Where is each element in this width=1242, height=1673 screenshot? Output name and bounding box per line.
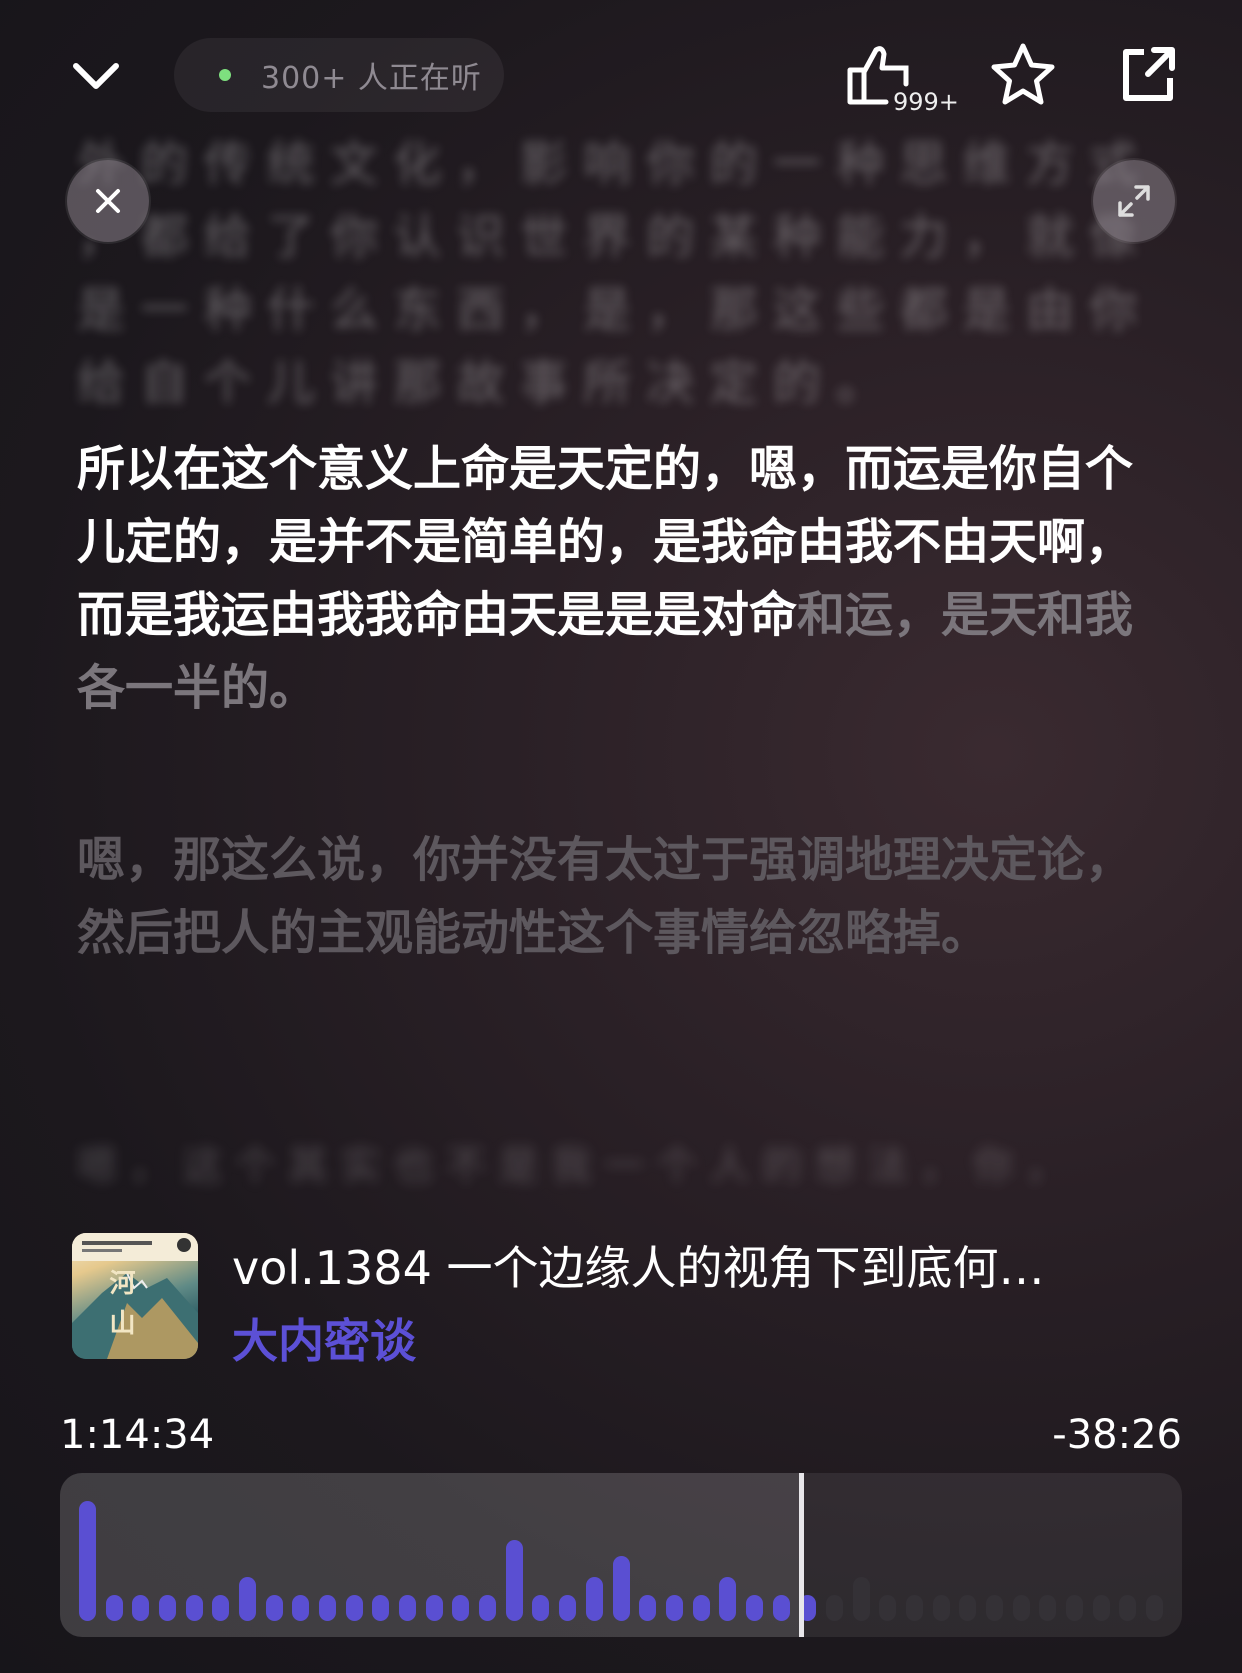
waveform-bar bbox=[852, 1577, 870, 1621]
collapse-button[interactable] bbox=[70, 50, 122, 102]
live-status-dot bbox=[219, 69, 231, 81]
chevron-down-icon bbox=[73, 63, 119, 89]
waveform-bar bbox=[825, 1595, 843, 1621]
waveform-bar bbox=[399, 1595, 417, 1621]
waveform-scrubber[interactable] bbox=[60, 1473, 1182, 1637]
share-button[interactable] bbox=[1118, 44, 1178, 104]
waveform-bar bbox=[185, 1595, 203, 1621]
waveform-bar bbox=[745, 1595, 763, 1621]
close-icon bbox=[96, 189, 120, 213]
waveform-bar bbox=[692, 1595, 710, 1621]
previous-lyrics: 外 的 传 统 文 化 ， 影 响 你 的 一 种 思 维 方 式 ， 都 给 … bbox=[77, 136, 1138, 411]
episode-title[interactable]: vol.1384 一个边缘人的视角下到底何… bbox=[232, 1232, 1044, 1298]
remaining-time: -38:26 bbox=[1052, 1412, 1182, 1458]
waveform-bar bbox=[932, 1595, 950, 1621]
episode-cover[interactable]: 河山 bbox=[72, 1233, 198, 1359]
waveform-bar bbox=[132, 1595, 150, 1621]
waveform-bar bbox=[719, 1577, 737, 1621]
expand-lyrics-button[interactable] bbox=[1093, 160, 1175, 242]
cover-title: 河山 bbox=[105, 1269, 135, 1349]
waveform-bar bbox=[505, 1540, 523, 1621]
waveform-bar bbox=[425, 1595, 443, 1621]
waveform-bar bbox=[1146, 1595, 1164, 1621]
star-icon bbox=[991, 43, 1055, 105]
waveform-bar bbox=[879, 1595, 897, 1621]
elapsed-time: 1:14:34 bbox=[60, 1412, 215, 1458]
waveform-bar bbox=[372, 1595, 390, 1621]
like-count: 999+ bbox=[893, 88, 959, 116]
waveform-bar bbox=[559, 1595, 577, 1621]
waveform-bar bbox=[158, 1595, 176, 1621]
waveform-bar bbox=[345, 1595, 363, 1621]
waveform-bar bbox=[292, 1595, 310, 1621]
waveform-bars bbox=[74, 1481, 1168, 1621]
waveform-bar bbox=[1119, 1595, 1137, 1621]
listeners-pill: 300+ 人正在听 bbox=[174, 38, 504, 112]
waveform-bar bbox=[585, 1577, 603, 1621]
show-name[interactable]: 大内密谈 bbox=[232, 1305, 416, 1371]
waveform-bar bbox=[1012, 1595, 1030, 1621]
current-lyric: 所以在这个意义上命是天定的，嗯，而运是你自个儿定的，是并不是简单的，是我命由我不… bbox=[77, 433, 1167, 725]
upcoming-lyrics: 嗯 ， 这 个 其 实 也 不 是 我 一 个 人 的 想 法 ， 你 ， bbox=[77, 1143, 1066, 1189]
waveform-bar bbox=[78, 1501, 96, 1621]
playhead[interactable] bbox=[799, 1473, 804, 1637]
expand-icon bbox=[1118, 185, 1150, 217]
favorite-button[interactable] bbox=[988, 40, 1058, 110]
waveform-bar bbox=[906, 1595, 923, 1621]
waveform-bar bbox=[665, 1595, 683, 1621]
waveform-bar bbox=[1092, 1595, 1110, 1621]
waveform-bar bbox=[1039, 1595, 1057, 1621]
waveform-bar bbox=[532, 1595, 550, 1621]
waveform-bar bbox=[238, 1577, 256, 1621]
waveform-bar bbox=[318, 1595, 336, 1621]
next-lyric: 嗯，那这么说，你并没有太过于强调地理决定论，然后把人的主观能动性这个事情给忽略掉… bbox=[77, 832, 1134, 961]
waveform-bar bbox=[105, 1595, 123, 1621]
waveform-bar bbox=[959, 1595, 977, 1621]
waveform-bar bbox=[212, 1595, 230, 1621]
waveform-bar bbox=[612, 1556, 630, 1621]
waveform-bar bbox=[452, 1595, 470, 1621]
waveform-bar bbox=[479, 1595, 497, 1621]
listeners-count: 300+ 人正在听 bbox=[261, 61, 482, 96]
share-icon bbox=[1123, 47, 1175, 101]
waveform-bar bbox=[265, 1595, 283, 1621]
waveform-bar bbox=[772, 1595, 790, 1621]
waveform-bar bbox=[986, 1595, 1004, 1621]
close-lyrics-button[interactable] bbox=[67, 160, 149, 242]
waveform-bar bbox=[639, 1595, 657, 1621]
waveform-bar bbox=[1066, 1595, 1084, 1621]
